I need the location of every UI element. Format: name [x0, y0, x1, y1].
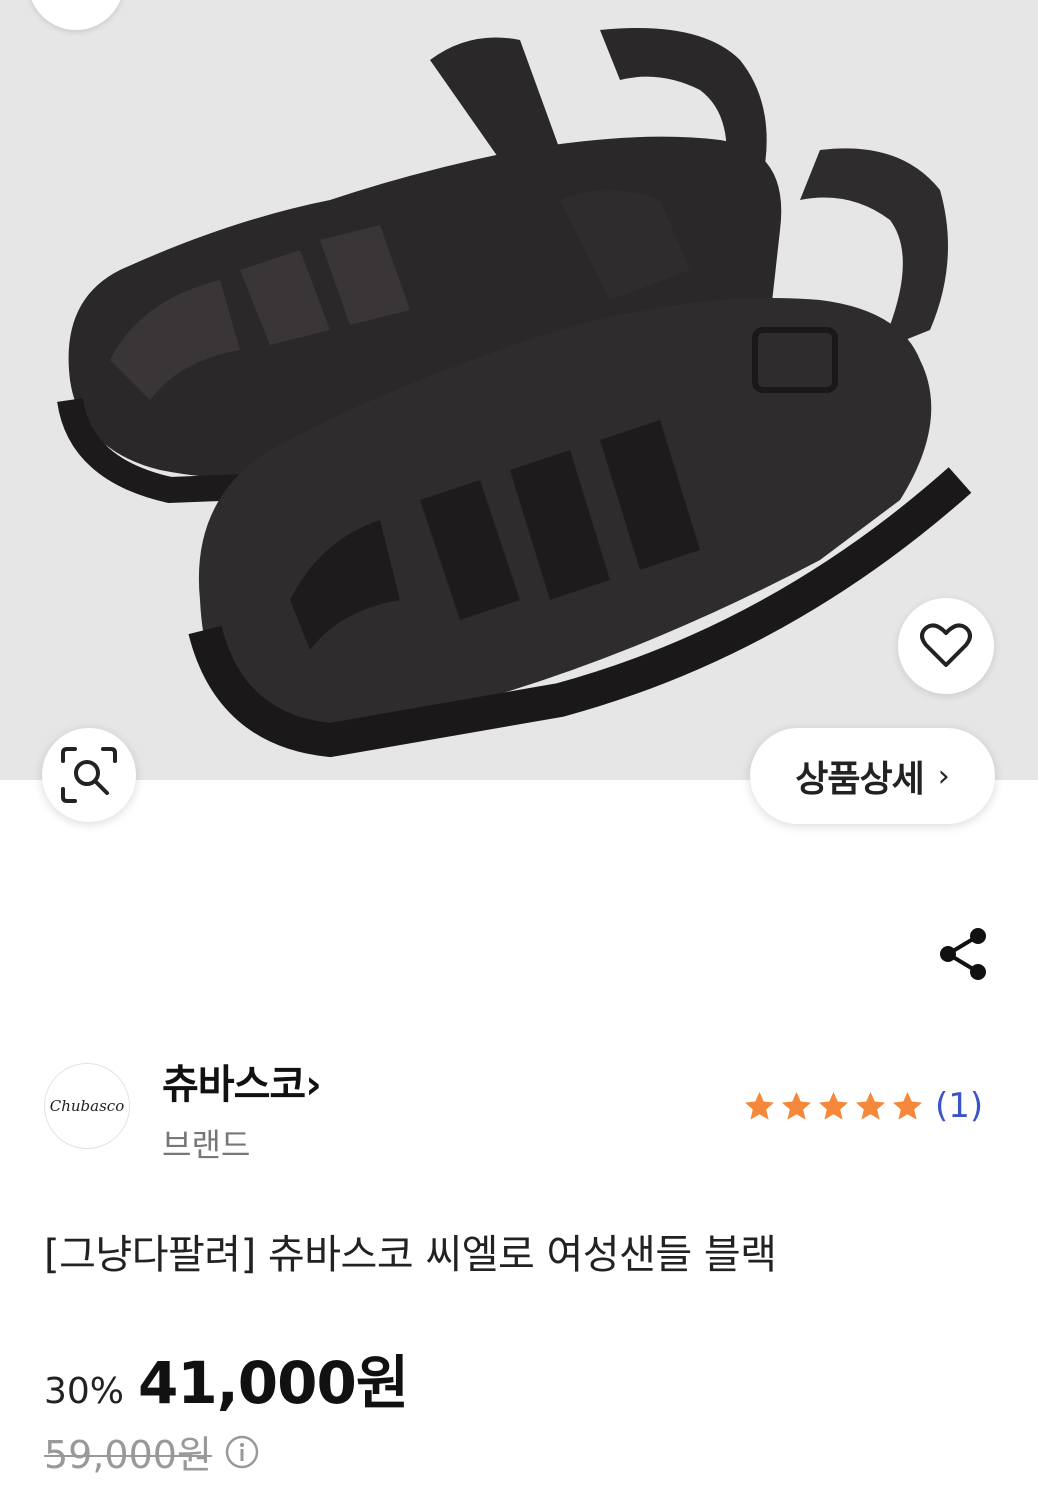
- heart-icon: [920, 623, 972, 667]
- wishlist-button[interactable]: [898, 598, 994, 694]
- review-count: (1): [935, 1086, 984, 1126]
- product-image-area[interactable]: [0, 0, 1038, 780]
- brand-logo[interactable]: Chubasco: [44, 1063, 130, 1149]
- price-row: 30% 41,000원: [44, 1336, 409, 1420]
- info-icon[interactable]: [224, 1434, 260, 1470]
- star-icon: [818, 1091, 849, 1120]
- star-icon: [892, 1091, 923, 1120]
- original-price: 59,000원: [44, 1433, 212, 1477]
- star-icon: [781, 1091, 812, 1120]
- product-detail-button[interactable]: 상품상세 ›: [750, 728, 995, 824]
- lens-search-icon: [61, 747, 117, 803]
- product-detail-label: 상품상세: [795, 759, 924, 800]
- original-price-row: 59,000원: [44, 1424, 260, 1479]
- brand-name-link[interactable]: 츄바스코›: [162, 1052, 322, 1110]
- brand-logo-text: Chubasco: [49, 1097, 125, 1115]
- star-icon: [744, 1091, 775, 1120]
- share-icon[interactable]: [936, 926, 990, 982]
- image-search-button[interactable]: [42, 728, 136, 822]
- product-title: [그냥다팔려] 츄바스코 씨엘로 여성샌들 블랙: [44, 1232, 777, 1278]
- rating[interactable]: (1): [742, 1086, 983, 1126]
- chevron-right-icon: ›: [937, 758, 950, 794]
- sale-price: 41,000원: [138, 1349, 409, 1417]
- discount-rate: 30%: [44, 1371, 125, 1412]
- product-image: [57, 28, 972, 758]
- brand-type-label: 브랜드: [162, 1126, 251, 1164]
- star-icon: [855, 1091, 886, 1120]
